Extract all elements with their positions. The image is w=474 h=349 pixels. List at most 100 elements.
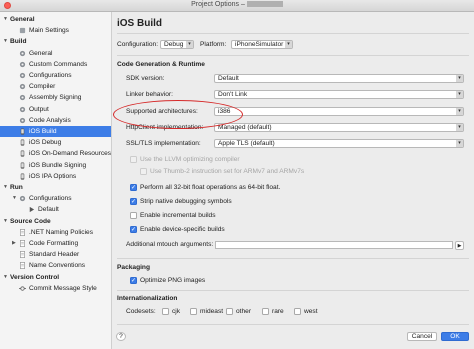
sidebar-item-ios-on-demand-resources[interactable]: iOS On-Demand Resources: [0, 148, 111, 159]
sidebar-item-ios-bundle-signing[interactable]: iOS Bundle Signing: [0, 160, 111, 171]
gear-icon: [19, 61, 26, 68]
llvm-checkbox[interactable]: [130, 156, 137, 163]
disclosure-expanded-icon[interactable]: ▼: [3, 182, 8, 193]
chevron-down-icon: ▾: [186, 41, 193, 48]
codeset-mideast-checkbox[interactable]: [190, 308, 197, 315]
sidebar-item-label: iOS On-Demand Resources: [29, 150, 112, 158]
section-packaging: Packaging: [117, 264, 150, 271]
sdk-version-select[interactable]: Default ▾: [214, 74, 464, 83]
sidebar-item-code-formatting[interactable]: ▶ Code Formatting: [0, 238, 111, 249]
codeset-west-checkbox[interactable]: [294, 308, 301, 315]
strip-symbols-checkbox[interactable]: ✓: [130, 198, 137, 205]
sidebar-item-run[interactable]: ▼ Run: [0, 182, 111, 193]
sidebar-item-general[interactable]: ▼ General: [0, 14, 111, 25]
float64-checkbox[interactable]: ✓: [130, 184, 137, 191]
sidebar-item-label: iOS Build: [29, 128, 57, 135]
sidebar-item-label: Main Settings: [29, 27, 69, 35]
cancel-button[interactable]: Cancel: [407, 332, 437, 341]
sidebar-item-general[interactable]: General: [0, 48, 111, 59]
sidebar-item-compiler[interactable]: Compiler: [0, 81, 111, 92]
sidebar-item-configurations[interactable]: ▼ Configurations: [0, 193, 111, 204]
triangle-right-icon: ▶: [457, 243, 462, 249]
sdk-version-value: Default: [218, 75, 239, 82]
sidebar-item-ios-ipa-options[interactable]: iOS IPA Options: [0, 171, 111, 182]
sidebar-item-ios-build[interactable]: iOS Build: [0, 126, 111, 137]
linker-behavior-select[interactable]: Don't Link ▾: [214, 90, 464, 99]
disclosure-expanded-icon[interactable]: ▼: [3, 272, 8, 283]
linker-behavior-value: Don't Link: [218, 91, 248, 98]
play-icon: [28, 206, 35, 213]
configuration-label: Configuration:: [117, 41, 159, 48]
device-builds-checkbox[interactable]: ✓: [130, 226, 137, 233]
thumb2-label: Use Thumb-2 instruction set for ARMv7 an…: [150, 168, 305, 175]
chevron-down-icon: ▾: [456, 75, 463, 82]
codeset-other-checkbox[interactable]: [226, 308, 233, 315]
document-icon: [19, 240, 26, 247]
chevron-down-icon: ▾: [456, 140, 463, 147]
sidebar-item-configurations[interactable]: Configurations: [0, 70, 111, 81]
incremental-builds-checkbox[interactable]: [130, 212, 137, 219]
disclosure-expanded-icon[interactable]: ▼: [12, 193, 17, 204]
ssl-tls-select[interactable]: Apple TLS (default) ▾: [214, 139, 464, 148]
sidebar-item-version-control[interactable]: ▼ Version Control: [0, 272, 111, 283]
configuration-select[interactable]: Debug ▾: [160, 40, 194, 49]
supported-architectures-select[interactable]: i386 ▾: [214, 107, 464, 116]
disclosure-expanded-icon[interactable]: ▼: [3, 36, 8, 47]
thumb2-checkbox[interactable]: [140, 168, 147, 175]
sdk-version-label: SDK version:: [126, 75, 165, 82]
sidebar-item-label: Default: [38, 206, 59, 214]
httpclient-select[interactable]: Managed (default) ▾: [214, 123, 464, 132]
options-panel: iOS Build Configuration: Debug ▾ Platfor…: [112, 12, 474, 349]
divider: [117, 258, 469, 259]
sidebar-item-ios-debug[interactable]: iOS Debug: [0, 137, 111, 148]
sidebar-item-output[interactable]: Output: [0, 104, 111, 115]
platform-value: iPhoneSimulator: [235, 41, 284, 48]
disclosure-expanded-icon[interactable]: ▼: [3, 14, 8, 25]
sidebar-item-source-code[interactable]: ▼ Source Code: [0, 216, 111, 227]
chevron-down-icon: ▾: [285, 41, 292, 48]
codeset-cjk-label: cjk: [172, 308, 181, 315]
optimize-png-checkbox[interactable]: ✓: [130, 277, 137, 284]
incremental-builds-label: Enable incremental builds: [140, 212, 216, 219]
sidebar-item-name-conventions[interactable]: Name Conventions: [0, 260, 111, 271]
document-icon: [19, 228, 26, 236]
gear-icon: [19, 94, 26, 101]
sidebar-item-label: Configurations: [29, 195, 72, 203]
sidebar-item-custom-commands[interactable]: Custom Commands: [0, 59, 111, 70]
float64-label: Perform all 32-bit float operations as 6…: [140, 184, 281, 191]
mtouch-args-menu-button[interactable]: ▶: [455, 241, 464, 250]
disclosure-collapsed-icon[interactable]: ▶: [12, 238, 16, 249]
sidebar-item-main-settings[interactable]: Main Settings: [0, 25, 111, 36]
platform-label: Platform:: [200, 41, 227, 48]
divider: [117, 33, 469, 34]
sidebar-item-label: Configurations: [29, 72, 72, 79]
optimize-png-label: Optimize PNG images: [140, 277, 206, 284]
ok-button[interactable]: OK: [441, 332, 469, 341]
codeset-cjk-checkbox[interactable]: [162, 308, 169, 315]
sidebar-item-label: General: [29, 49, 53, 57]
options-sidebar: ▼ General Main Settings ▼ Build General Custom…: [0, 12, 112, 349]
commit-icon: [19, 285, 26, 292]
gear-icon: [19, 83, 26, 90]
sidebar-item-net-naming-policies[interactable]: .NET Naming Policies: [0, 227, 111, 238]
disclosure-expanded-icon[interactable]: ▼: [3, 216, 8, 227]
sidebar-item-label: .NET Naming Policies: [29, 228, 94, 236]
gear-icon: [19, 50, 26, 57]
sidebar-item-code-analysis[interactable]: Code Analysis: [0, 115, 111, 126]
sidebar-item-assembly-signing[interactable]: Assembly Signing: [0, 92, 111, 103]
annotation-highlight-ellipse: [113, 100, 243, 129]
sidebar-item-build[interactable]: ▼ Build: [0, 36, 111, 47]
sidebar-item-commit-message-style[interactable]: Commit Message Style: [0, 283, 111, 294]
sidebar-item-label: Compiler: [29, 83, 56, 91]
window-title: Project Options –: [191, 1, 245, 8]
codeset-rare-checkbox[interactable]: [262, 308, 269, 315]
codeset-west-label: west: [304, 308, 318, 315]
gear-icon: [19, 117, 26, 124]
sidebar-item-standard-header[interactable]: Standard Header: [0, 249, 111, 260]
sidebar-item-default[interactable]: Default: [0, 204, 111, 215]
ios-icon: [19, 139, 26, 146]
help-button[interactable]: ?: [116, 332, 126, 341]
mtouch-args-input[interactable]: [215, 241, 453, 249]
platform-select[interactable]: iPhoneSimulator ▾: [231, 40, 293, 49]
sidebar-item-label: iOS Debug: [29, 139, 62, 147]
